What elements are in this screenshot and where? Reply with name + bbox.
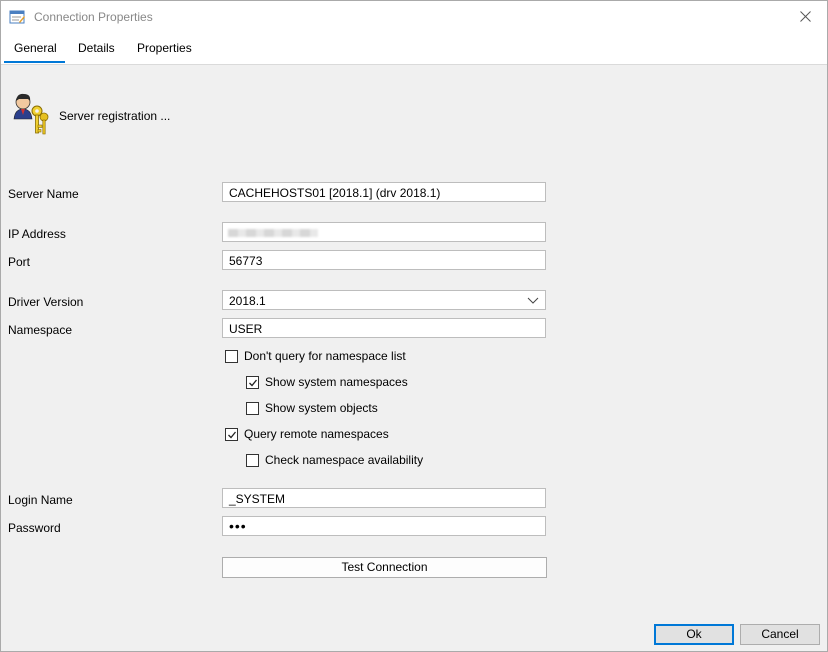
tab-details[interactable]: Details	[78, 41, 115, 55]
password-label: Password	[8, 521, 61, 535]
login-name-input[interactable]: _SYSTEM	[222, 488, 546, 508]
test-connection-button[interactable]: Test Connection	[222, 557, 547, 578]
chevron-down-icon	[527, 294, 539, 306]
port-input[interactable]: 56773	[222, 250, 546, 270]
active-tab-indicator	[4, 61, 65, 63]
password-input[interactable]: •••	[222, 516, 546, 536]
checkmark-icon	[249, 379, 258, 386]
port-label: Port	[8, 255, 31, 269]
check-availability-checkbox[interactable]: Check namespace availability	[246, 453, 423, 467]
checkbox-box	[246, 375, 259, 389]
tab-bar: General Details Properties	[1, 32, 827, 65]
show-system-namespaces-checkbox[interactable]: Show system namespaces	[246, 375, 408, 389]
server-name-label: Server Name	[8, 187, 79, 201]
show-system-objects-checkbox[interactable]: Show system objects	[246, 401, 378, 415]
ip-address-label: IP Address	[8, 227, 66, 241]
driver-version-label: Driver Version	[8, 295, 84, 309]
namespace-label: Namespace	[8, 323, 73, 337]
show-system-namespaces-label: Show system namespaces	[265, 375, 408, 389]
query-remote-checkbox[interactable]: Query remote namespaces	[225, 427, 389, 441]
tab-properties[interactable]: Properties	[137, 41, 192, 55]
app-icon	[9, 9, 25, 25]
check-availability-label: Check namespace availability	[265, 453, 424, 467]
login-name-label: Login Name	[8, 493, 73, 507]
checkbox-box	[225, 427, 238, 441]
show-system-objects-label: Show system objects	[265, 401, 378, 415]
server-name-input[interactable]: CACHEHOSTS01 [2018.1] (drv 2018.1)	[222, 182, 546, 202]
dont-query-checkbox[interactable]: Don't query for namespace list	[225, 349, 406, 363]
header-text: Server registration ...	[59, 109, 171, 123]
title-bar: Connection Properties	[1, 1, 827, 32]
ok-button[interactable]: Ok	[654, 624, 734, 645]
connection-properties-dialog: Connection Properties General Details Pr…	[0, 0, 828, 652]
close-button[interactable]	[783, 1, 827, 32]
window-title: Connection Properties	[34, 10, 153, 24]
checkbox-box	[246, 401, 259, 415]
driver-version-select[interactable]: 2018.1	[222, 290, 546, 310]
close-icon	[799, 11, 811, 22]
ip-address-input[interactable]	[222, 222, 546, 242]
checkmark-icon	[228, 431, 237, 438]
cancel-button[interactable]: Cancel	[740, 624, 820, 645]
redacted-value	[228, 229, 318, 237]
query-remote-label: Query remote namespaces	[244, 427, 389, 441]
driver-version-value: 2018.1	[229, 294, 266, 308]
checkbox-box	[246, 453, 259, 467]
dont-query-label: Don't query for namespace list	[244, 349, 406, 363]
namespace-input[interactable]: USER	[222, 318, 546, 338]
user-keys-icon	[11, 91, 51, 141]
checkbox-box	[225, 349, 238, 363]
tab-general[interactable]: General	[14, 41, 57, 55]
